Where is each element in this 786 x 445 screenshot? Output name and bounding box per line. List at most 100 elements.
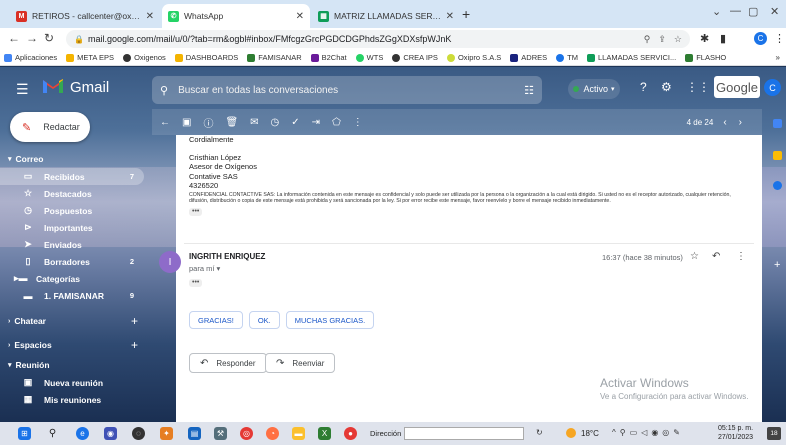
bookmark-item[interactable]: LLAMADAS SERVICI... — [586, 53, 676, 62]
chevron-down-icon[interactable]: ⌄ — [712, 5, 721, 18]
paint-icon[interactable]: ✦ — [160, 427, 173, 440]
section-reunion[interactable]: ▾ Reunión — [0, 356, 148, 374]
bookmark-item[interactable]: WTS — [355, 53, 383, 62]
bookmark-item[interactable]: CREA IPS — [392, 53, 438, 62]
forward-icon[interactable]: → — [26, 31, 38, 45]
hamburger-menu-icon[interactable]: ☰ — [16, 81, 29, 98]
smart-reply-chip[interactable]: OK. — [248, 311, 280, 329]
show-trimmed-button[interactable]: ••• — [189, 207, 203, 216]
label-tag-icon[interactable]: ⬠ — [332, 117, 341, 128]
bookmarks-more-icon[interactable]: » — [776, 53, 780, 62]
account-avatar[interactable]: C — [764, 79, 781, 96]
add-task-icon[interactable]: ✓ — [291, 117, 299, 128]
notification-badge[interactable]: 18 — [767, 427, 781, 440]
bookmark-item[interactable]: DASHBOARDS — [174, 53, 238, 62]
apps-grid-icon[interactable]: ⋮⋮ — [686, 80, 710, 94]
search-icon[interactable]: ⚲ — [46, 427, 59, 440]
add-space-icon[interactable]: + — [131, 338, 138, 352]
taskbar-clock[interactable]: 05:15 p. m. 27/01/2023 — [718, 424, 753, 442]
taskview-icon[interactable]: ◉ — [104, 427, 117, 440]
maximize-icon[interactable]: ▢ — [748, 5, 758, 18]
add-app-icon[interactable]: + — [774, 259, 780, 271]
sidebar-item-destacados[interactable]: ☆ Destacados — [0, 185, 144, 202]
sidebar-item-enviados[interactable]: ➤ Enviados — [0, 236, 144, 253]
search-bar[interactable]: ⚲ ☷ — [152, 76, 542, 104]
chrome-icon[interactable]: ◎ — [240, 427, 253, 440]
mark-unread-icon[interactable]: ✉ — [250, 117, 258, 128]
tab-whatsapp[interactable]: ✆ WhatsApp ✕ — [162, 4, 310, 28]
more-options-icon[interactable]: ⋮ — [353, 117, 363, 128]
sidebar-item-recibidos[interactable]: ▭ Recibidos 7 — [0, 168, 144, 185]
sidebar-item-famisanar[interactable]: ▬ 1. FAMISANAR 9 — [0, 287, 144, 304]
windows-start-icon[interactable]: ⊞ — [18, 427, 31, 440]
back-arrow-icon[interactable]: ← — [160, 117, 170, 128]
move-to-icon[interactable]: ⇥ — [312, 117, 320, 128]
status-selector[interactable]: Activo ▾ — [568, 79, 620, 99]
sidepanel-icon[interactable]: ▮ — [720, 32, 726, 45]
archive-icon[interactable]: ▣ — [182, 117, 191, 128]
explorer-icon[interactable]: ▤ — [188, 427, 201, 440]
bookmark-item[interactable]: ADRES — [510, 53, 547, 62]
address-field[interactable] — [404, 427, 524, 440]
folder-icon[interactable]: ▬ — [292, 427, 305, 440]
section-espacios[interactable]: › Espacios + — [0, 336, 148, 354]
bookmark-item[interactable]: META EPS — [66, 53, 114, 62]
show-trimmed-button[interactable]: ••• — [189, 279, 203, 287]
smart-reply-chip[interactable]: MUCHAS GRACIAS. — [285, 311, 375, 329]
help-icon[interactable]: ? — [640, 80, 647, 94]
taskbar-address[interactable]: Dirección — [364, 426, 524, 441]
app-icon[interactable]: ● — [344, 427, 357, 440]
new-tab-button[interactable]: + — [462, 6, 470, 22]
sidebar-item-nueva-reunion[interactable]: ▣ Nueva reunión — [0, 374, 144, 391]
bookmark-item[interactable]: B2Chat — [310, 53, 347, 62]
bookmark-item[interactable]: FAMISANAR — [247, 53, 302, 62]
search-options-icon[interactable]: ☷ — [524, 84, 534, 97]
firefox-icon[interactable]: ◔ — [266, 427, 279, 440]
close-tab-icon[interactable]: ✕ — [446, 11, 454, 22]
previous-icon[interactable]: ‹ — [723, 117, 726, 128]
profile-avatar[interactable]: C — [754, 32, 767, 45]
smart-reply-chip[interactable]: GRACIAS! — [189, 311, 243, 329]
extension-icon[interactable]: ✱ — [700, 32, 709, 45]
tools-icon[interactable]: ⚒ — [214, 427, 227, 440]
add-chat-icon[interactable]: + — [131, 314, 138, 328]
bookmark-item[interactable]: Oxipro S.A.S — [446, 53, 501, 62]
bookmark-star-icon[interactable]: ☆ — [674, 34, 682, 45]
search-input[interactable] — [178, 84, 525, 96]
excel-icon[interactable]: X — [318, 427, 331, 440]
google-account-logo[interactable]: Google — [714, 76, 760, 98]
bookmark-item[interactable]: Oxigenos — [123, 53, 166, 62]
menu-dots-icon[interactable]: ⋮ — [774, 32, 785, 45]
next-icon[interactable]: › — [739, 117, 742, 128]
more-vert-icon[interactable]: ⋮ — [736, 251, 746, 262]
bookmark-item[interactable]: FLASHO — [685, 53, 726, 62]
zoom-icon[interactable]: ⚲ — [644, 34, 651, 45]
close-window-icon[interactable]: ✕ — [770, 5, 779, 18]
system-tray-icons[interactable]: ^⚲▭◁◉◎✎ — [612, 428, 684, 437]
sidebar-item-importantes[interactable]: ⊳ Importantes — [0, 219, 144, 236]
recipient-dropdown[interactable]: para mí ▾ — [189, 264, 220, 273]
address-bar[interactable]: 🔒 mail.google.com/mail/u/0/?tab=rm&ogbl#… — [66, 30, 690, 48]
forward-button[interactable]: ↷ Reenviar — [265, 353, 336, 373]
snooze-icon[interactable]: ◷ — [271, 117, 280, 128]
sidebar-item-categorias[interactable]: ▸▬ Categorías — [0, 270, 144, 287]
url-text[interactable]: mail.google.com/mail/u/0/?tab=rm&ogbl#in… — [88, 34, 636, 44]
refresh-icon[interactable]: ↻ — [536, 428, 543, 437]
close-tab-icon[interactable]: ✕ — [146, 11, 154, 22]
tasks-app-icon[interactable] — [773, 181, 782, 190]
bookmark-item[interactable]: Aplicaciones — [4, 53, 57, 62]
section-correo[interactable]: ▾ Correo — [0, 150, 148, 168]
sidebar-item-mis-reuniones[interactable]: ▦ Mis reuniones — [0, 391, 144, 408]
compose-button[interactable]: ✎ Redactar — [10, 112, 90, 142]
app-icon[interactable]: ◌ — [132, 427, 145, 440]
reload-icon[interactable]: ↻ — [44, 31, 54, 45]
sidebar-item-borradores[interactable]: ▯ Borradores 2 — [0, 253, 144, 270]
settings-gear-icon[interactable]: ⚙ — [661, 80, 672, 94]
back-icon[interactable]: ← — [8, 31, 20, 45]
star-icon[interactable]: ☆ — [690, 251, 699, 262]
section-chatear[interactable]: › Chatear + — [0, 312, 148, 330]
reply-icon[interactable]: ↶ — [712, 251, 720, 262]
keep-app-icon[interactable] — [773, 151, 782, 160]
tab-retiros[interactable]: M RETIROS - callcenter@oxiprosas. ✕ — [10, 4, 160, 28]
report-spam-icon[interactable]: ⓘ — [203, 115, 213, 130]
